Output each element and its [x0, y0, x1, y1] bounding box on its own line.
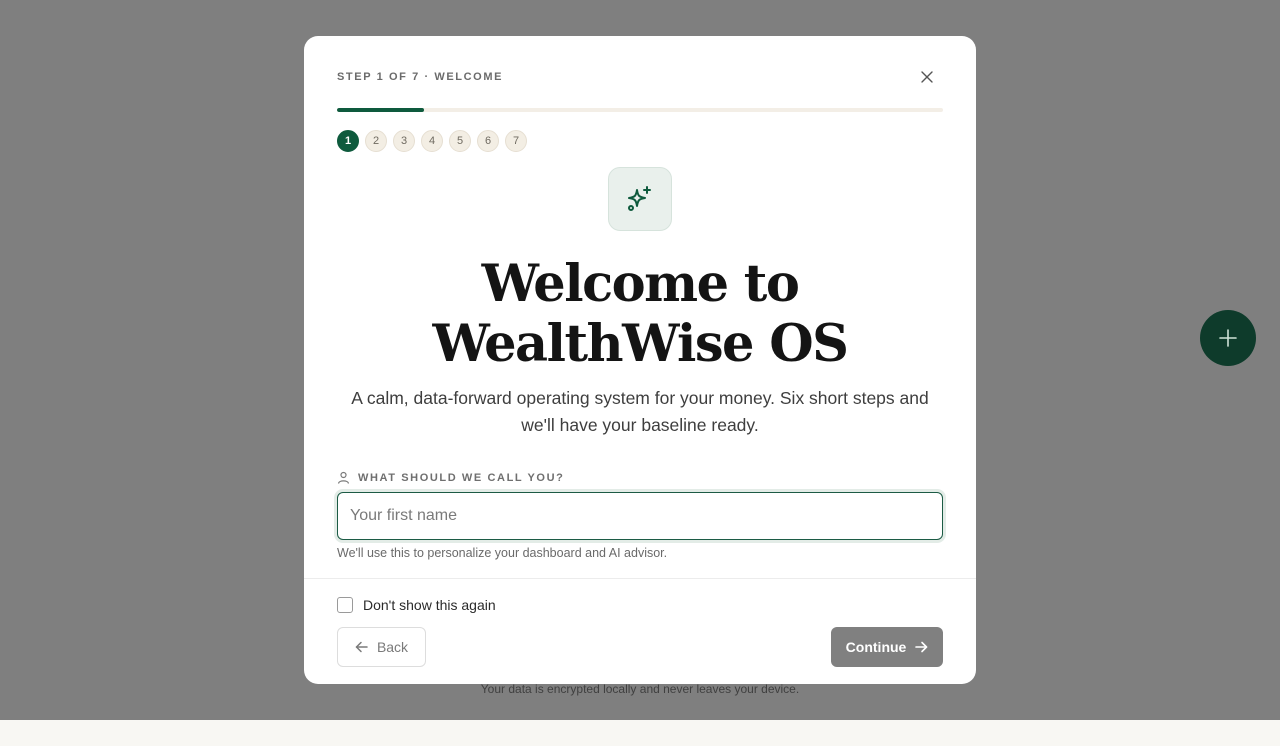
name-field-label-text: WHAT SHOULD WE CALL YOU?	[358, 471, 565, 484]
name-field-label: WHAT SHOULD WE CALL YOU?	[337, 471, 564, 484]
step-dot-2: 2	[365, 130, 387, 152]
step-dot-4: 4	[421, 130, 443, 152]
step-label: STEP 1 OF 7 · WELCOME	[337, 71, 504, 83]
privacy-footnote: Your data is encrypted locally and never…	[480, 682, 800, 696]
footer-divider	[304, 578, 976, 579]
close-icon	[921, 71, 933, 83]
step-dot-5: 5	[449, 130, 471, 152]
back-button-label: Back	[376, 639, 409, 655]
progress-bar	[337, 108, 943, 112]
hero-icon-tile	[608, 167, 672, 231]
dont-show-again-row[interactable]: Don't show this again	[337, 597, 496, 613]
welcome-subtitle: A calm, data-forward operating system fo…	[351, 388, 929, 435]
progress-fill	[337, 108, 424, 112]
plus-icon	[1219, 329, 1237, 347]
step-dot-1: 1	[337, 130, 359, 152]
continue-button-label: Continue	[845, 639, 907, 655]
sparkles-icon	[628, 186, 651, 211]
back-button[interactable]: Back	[337, 627, 426, 667]
arrow-right-icon	[915, 641, 928, 653]
dont-show-again-label: Don't show this again	[363, 597, 496, 613]
step-dot-6: 6	[477, 130, 499, 152]
welcome-title: Welcome to WealthWise OS	[432, 254, 849, 374]
dont-show-again-checkbox[interactable]	[337, 597, 353, 613]
onboarding-modal: STEP 1 OF 7 · WELCOME 1234567 Welcome to…	[304, 36, 976, 684]
step-dot-3: 3	[393, 130, 415, 152]
close-button[interactable]	[916, 66, 938, 88]
user-icon	[337, 471, 350, 484]
arrow-left-icon	[355, 641, 368, 653]
first-name-input[interactable]	[337, 492, 943, 540]
step-dot-7: 7	[505, 130, 527, 152]
continue-button[interactable]: Continue	[831, 627, 943, 667]
add-fab-button[interactable]	[1200, 310, 1256, 366]
name-field-helper: We'll use this to personalize your dashb…	[337, 546, 668, 560]
step-indicator: 1234567	[337, 130, 527, 152]
